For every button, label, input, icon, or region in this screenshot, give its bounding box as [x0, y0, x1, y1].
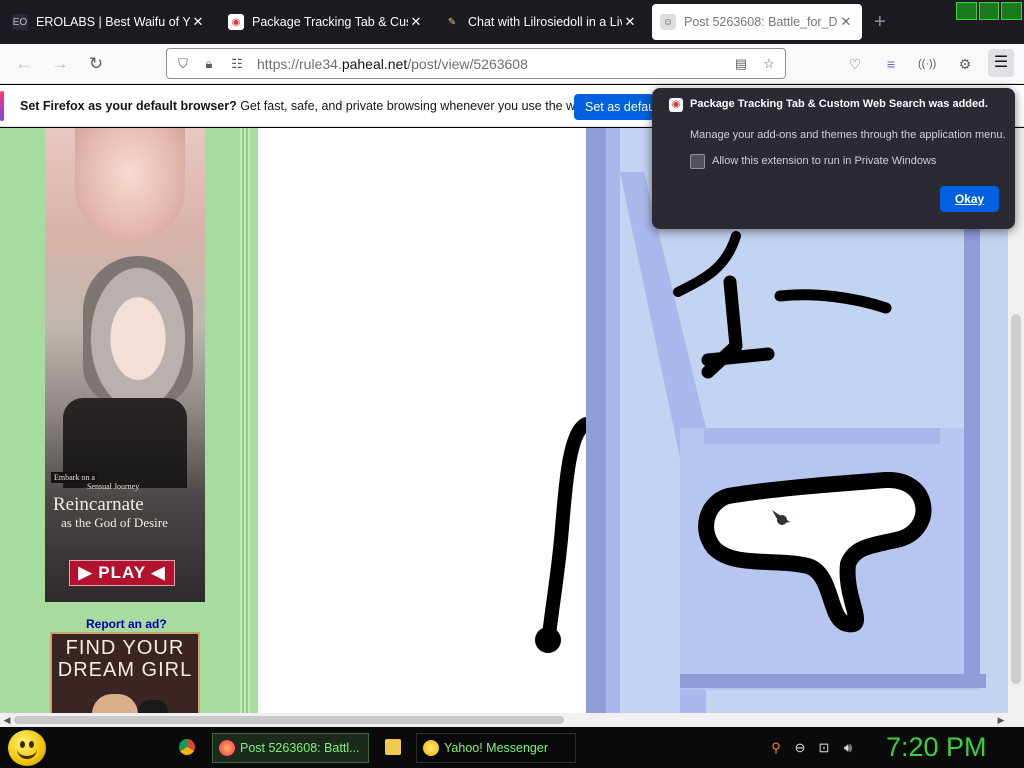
new-tab-button[interactable]: +: [874, 12, 886, 32]
taskbar: Post 5263608: Battl... Yahoo! Messenger …: [0, 727, 1024, 768]
lock-icon[interactable]: 🔒︎: [201, 56, 217, 72]
start-button-smiley-icon[interactable]: [8, 730, 46, 766]
url-bar[interactable]: ⛉ 🔒︎ ☷ https://rule34.paheal.net/post/vi…: [166, 48, 786, 79]
close-icon[interactable]: ✕: [838, 14, 854, 30]
search-icon[interactable]: ⚲: [768, 740, 784, 756]
back-arrow-icon[interactable]: ←: [14, 54, 34, 74]
vertical-scroll-thumb[interactable]: [1011, 314, 1021, 684]
tab-chat[interactable]: ✎ Chat with Lilrosiedoll in a Live ✕: [436, 4, 646, 40]
tab-erolabs[interactable]: EO EROLABS | Best Waifu of Your ✕: [4, 4, 214, 40]
taskbar-item-label: Post 5263608: Battl...: [240, 741, 360, 755]
close-icon[interactable]: ✕: [408, 14, 424, 30]
reader-view-icon[interactable]: ▤: [733, 56, 749, 72]
tab-package-tracking[interactable]: ◉ Package Tracking Tab & Custo ✕: [220, 4, 432, 40]
extension-icon-2[interactable]: ((·)): [918, 55, 936, 73]
permissions-icon[interactable]: ☷: [229, 56, 245, 72]
network-icon[interactable]: ⊡: [816, 740, 832, 756]
tab-strip: EO EROLABS | Best Waifu of Your ✕ ◉ Pack…: [0, 0, 1024, 44]
ad-image-figure: [75, 128, 185, 243]
scroll-right-arrow-icon[interactable]: ▶: [994, 713, 1008, 727]
ad2-image-2: [138, 700, 168, 713]
erolabs-icon: EO: [12, 14, 28, 30]
taskbar-item-yahoo[interactable]: Yahoo! Messenger: [416, 733, 576, 763]
bookmark-star-icon[interactable]: ☆: [761, 56, 777, 72]
reload-icon[interactable]: ↻: [86, 54, 106, 74]
window-controls[interactable]: [956, 2, 1023, 20]
ad-sidebar: Embark on a Sensual Journey Reincarnate …: [0, 128, 258, 713]
status-icon[interactable]: ⊖: [792, 740, 808, 756]
tab-title: EROLABS | Best Waifu of Your: [36, 15, 190, 29]
yahoo-messenger-icon: [423, 740, 439, 756]
private-windows-checkbox[interactable]: [690, 154, 705, 169]
close-icon[interactable]: ✕: [622, 14, 638, 30]
private-windows-label[interactable]: Allow this extension to run in Private W…: [712, 155, 936, 167]
chat-icon: ✎: [447, 16, 457, 28]
extension-flag-icon[interactable]: ≡: [882, 55, 900, 73]
firefox-icon: [219, 740, 235, 756]
tab-title: Package Tracking Tab & Custo: [252, 15, 408, 29]
ad-image-character: [83, 256, 193, 406]
hamburger-menu-icon[interactable]: ☰: [988, 49, 1014, 77]
notification-accent: [0, 91, 4, 121]
minimize-button[interactable]: [956, 2, 977, 20]
volume-icon[interactable]: 🔊︎: [840, 740, 856, 756]
nav-bar: ← → ↻ ⛉ 🔒︎ ☷ https://rule34.paheal.net/p…: [0, 44, 1024, 84]
pocket-icon[interactable]: ♡: [846, 55, 864, 73]
popup-description: Manage your add-ons and themes through t…: [690, 129, 1006, 141]
set-as-default-button[interactable]: Set as default: [574, 94, 654, 120]
forward-arrow-icon[interactable]: →: [50, 54, 70, 74]
extension-added-popup: ◉ Package Tracking Tab & Custom Web Sear…: [652, 88, 1015, 229]
okay-button[interactable]: Okay: [940, 186, 999, 212]
url-text[interactable]: https://rule34.paheal.net/post/view/5263…: [257, 56, 528, 72]
sidebar-border: [240, 128, 250, 713]
ad-banner-dream-girl[interactable]: FIND YOUR DREAM GIRL: [50, 632, 200, 713]
ad-play-button[interactable]: ▶ PLAY ◀: [69, 560, 175, 586]
tab-title: Post 5263608: Battle_for_Drea: [684, 15, 838, 29]
extension-icon: ◉: [669, 98, 683, 112]
taskbar-item-label: Yahoo! Messenger: [444, 741, 548, 755]
extension-icon: ◉: [228, 14, 244, 30]
maximize-button[interactable]: [978, 2, 1000, 20]
ad-tagline-sub: Sensual Journey: [87, 482, 140, 491]
ad-banner-reincarnate[interactable]: Embark on a Sensual Journey Reincarnate …: [45, 128, 205, 602]
site-icon: ☺: [660, 14, 676, 30]
shield-icon[interactable]: ⛉: [175, 56, 191, 72]
ad-subheadline: as the God of Desire: [61, 515, 168, 530]
close-window-button[interactable]: [1001, 2, 1023, 20]
taskbar-item-firefox[interactable]: Post 5263608: Battl...: [212, 733, 369, 763]
screen: EO EROLABS | Best Waifu of Your ✕ ◉ Pack…: [0, 0, 1024, 768]
ad2-line1: FIND YOUR: [65, 637, 185, 659]
tab-post-active[interactable]: ☺ Post 5263608: Battle_for_Drea ✕: [652, 4, 862, 40]
extension-icon-3[interactable]: ⚙: [956, 55, 974, 73]
horizontal-scroll-thumb[interactable]: [14, 716, 564, 724]
report-ad-link[interactable]: Report an ad?: [86, 617, 167, 631]
horizontal-scrollbar[interactable]: ◀ ▶: [0, 713, 1024, 727]
clock[interactable]: 7:20 PM: [886, 732, 987, 763]
tab-title: Chat with Lilrosiedoll in a Live: [468, 15, 622, 29]
notification-message: Set Firefox as your default browser? Get…: [20, 99, 593, 113]
scroll-left-arrow-icon[interactable]: ◀: [0, 713, 14, 727]
popup-title: Package Tracking Tab & Custom Web Search…: [690, 98, 988, 110]
folder-icon[interactable]: [385, 739, 401, 755]
close-icon[interactable]: ✕: [190, 14, 206, 30]
ad2-line2: DREAM GIRL: [57, 659, 193, 681]
ad-headline: Reincarnate: [53, 494, 144, 515]
ad2-image: [92, 694, 138, 713]
chrome-icon[interactable]: [179, 739, 195, 755]
